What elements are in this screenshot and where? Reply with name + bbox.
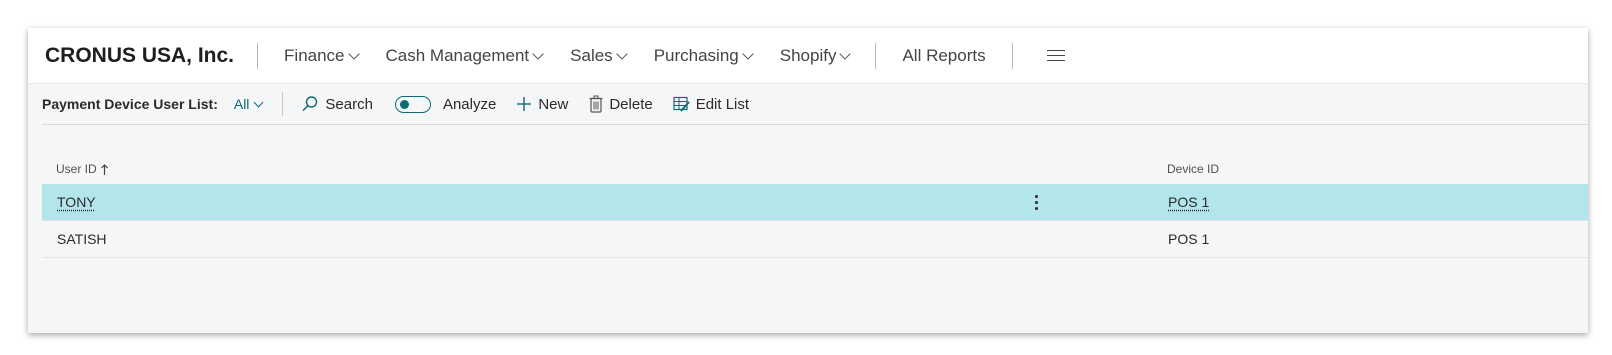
- menu-item-sales[interactable]: Sales: [570, 45, 628, 66]
- menu-item-label: Cash Management: [385, 45, 530, 65]
- delete-label: Delete: [609, 95, 653, 113]
- view-filter-dropdown[interactable]: All: [233, 96, 264, 112]
- edit-list-button[interactable]: Edit List: [673, 96, 749, 113]
- menu-item-purchasing[interactable]: Purchasing: [653, 45, 754, 66]
- filter-value: All: [233, 96, 250, 112]
- search-button[interactable]: Search: [301, 95, 373, 113]
- user-id-cell[interactable]: TONY: [57, 194, 96, 210]
- sort-ascending-icon: [100, 163, 108, 175]
- plus-icon: [517, 97, 532, 111]
- device-id-cell[interactable]: POS 1: [1168, 194, 1209, 210]
- analyze-label: Analyze: [442, 95, 497, 113]
- table-header: User ID Device ID: [42, 154, 1588, 184]
- table-row[interactable]: TONY POS 1: [42, 184, 1588, 221]
- page-title: Payment Device User List:: [42, 96, 218, 112]
- delete-button[interactable]: Delete: [589, 95, 653, 113]
- chevron-down-icon: [532, 47, 544, 60]
- payment-device-user-table: User ID Device ID TONY POS 1 SATISH POS …: [42, 154, 1588, 258]
- action-divider: [282, 92, 284, 116]
- nav-divider: [1011, 42, 1013, 69]
- chevron-down-icon: [742, 47, 754, 60]
- new-label: New: [538, 95, 569, 113]
- user-id-cell[interactable]: SATISH: [57, 231, 107, 247]
- chevron-down-icon: [347, 47, 360, 60]
- analyze-toggle[interactable]: Analyze: [394, 95, 497, 113]
- nav-divider: [875, 42, 877, 69]
- hamburger-icon[interactable]: [1046, 49, 1065, 62]
- chevron-down-icon: [616, 47, 628, 60]
- all-reports-link[interactable]: All Reports: [902, 46, 985, 66]
- action-bar: Payment Device User List: All Search Ana…: [42, 84, 1588, 125]
- column-label: User ID: [56, 162, 97, 176]
- menu-item-finance[interactable]: Finance: [284, 45, 360, 66]
- trash-icon: [589, 95, 603, 113]
- chevron-down-icon: [253, 97, 264, 107]
- chevron-down-icon: [839, 47, 852, 60]
- table-row[interactable]: SATISH POS 1: [42, 221, 1588, 258]
- toggle-icon: [394, 95, 431, 113]
- column-header-device-id[interactable]: Device ID: [1167, 162, 1219, 176]
- edit-list-label: Edit List: [695, 95, 750, 113]
- menu-item-label: Finance: [284, 45, 345, 65]
- top-navigation-bar: CRONUS USA, Inc. Finance Cash Management…: [28, 28, 1588, 84]
- new-button[interactable]: New: [516, 96, 568, 113]
- menu-item-label: Purchasing: [653, 45, 739, 65]
- business-central-window: CRONUS USA, Inc. Finance Cash Management…: [28, 28, 1588, 333]
- search-icon: [302, 96, 318, 112]
- company-name[interactable]: CRONUS USA, Inc.: [45, 44, 234, 68]
- edit-list-icon: [673, 96, 690, 112]
- menu-item-cash-management[interactable]: Cash Management: [385, 45, 544, 66]
- menu-item-label: Shopify: [779, 45, 837, 65]
- search-label: Search: [325, 95, 373, 113]
- menu-item-shopify[interactable]: Shopify: [779, 45, 852, 66]
- nav-divider: [257, 42, 259, 69]
- device-id-cell[interactable]: POS 1: [1168, 231, 1209, 247]
- menu-item-label: Sales: [570, 45, 613, 65]
- role-center-menu: Finance Cash Management Sales Purchasing…: [284, 45, 852, 66]
- column-label: Device ID: [1167, 162, 1220, 176]
- row-actions-icon[interactable]: [1034, 194, 1038, 210]
- column-header-user-id[interactable]: User ID: [56, 162, 109, 176]
